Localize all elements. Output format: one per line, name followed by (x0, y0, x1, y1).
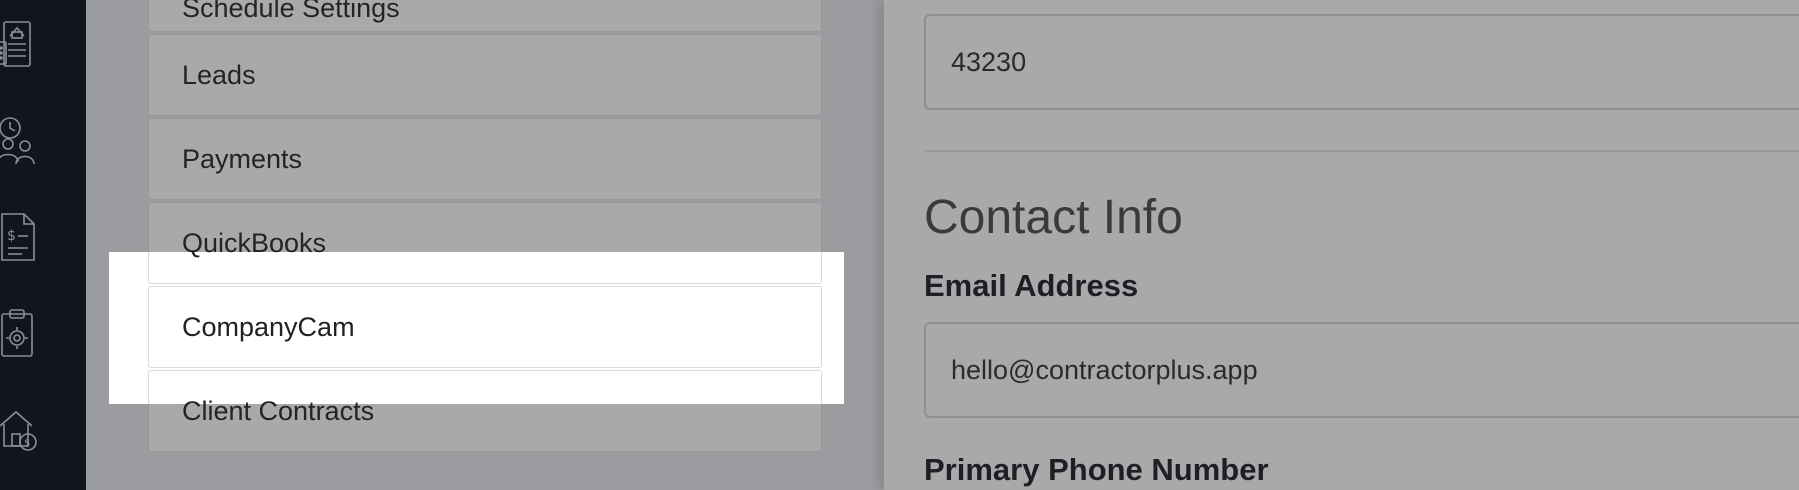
menu-item-label: Leads (182, 59, 256, 90)
svg-text:$: $ (24, 438, 30, 449)
tour-spotlight: QuickBooks CompanyCam Client Contracts (109, 252, 844, 404)
section-divider (924, 150, 1799, 152)
menu-item-payments[interactable]: Payments (148, 118, 822, 200)
house-money-icon[interactable]: $ (0, 402, 42, 456)
menu-item-label: Client Contracts (182, 396, 374, 405)
primary-phone-label: Primary Phone Number (924, 452, 1269, 487)
menu-item-client-contracts-highlight: Client Contracts (148, 370, 822, 404)
menu-item-schedule-settings[interactable]: Schedule Settings (148, 0, 822, 32)
email-label: Email Address (924, 268, 1139, 303)
zip-code-input[interactable]: 43230 (924, 14, 1799, 110)
building-calculator-icon[interactable] (0, 18, 42, 72)
zip-code-value: 43230 (951, 46, 1027, 77)
clock-team-icon[interactable] (0, 114, 42, 168)
menu-item-quickbooks-highlight: QuickBooks (148, 252, 822, 284)
clipboard-gear-icon[interactable] (0, 306, 42, 360)
settings-form-panel: 43230 Contact Info Email Address hello@c… (884, 0, 1799, 490)
menu-item-label: Schedule Settings (182, 0, 400, 23)
email-value: hello@contractorplus.app (951, 354, 1258, 385)
menu-item-leads[interactable]: Leads (148, 34, 822, 116)
email-field[interactable]: hello@contractorplus.app (924, 322, 1799, 418)
menu-item-companycam[interactable]: CompanyCam (148, 286, 822, 368)
contact-info-heading: Contact Info (924, 191, 1183, 244)
menu-item-label: CompanyCam (182, 311, 355, 342)
svg-text:$: $ (7, 228, 16, 244)
menu-item-label: QuickBooks (182, 252, 326, 259)
invoice-dollar-icon[interactable]: $ (0, 210, 42, 264)
menu-item-label: Payments (182, 143, 303, 174)
icon-rail: $ $ (0, 0, 86, 490)
